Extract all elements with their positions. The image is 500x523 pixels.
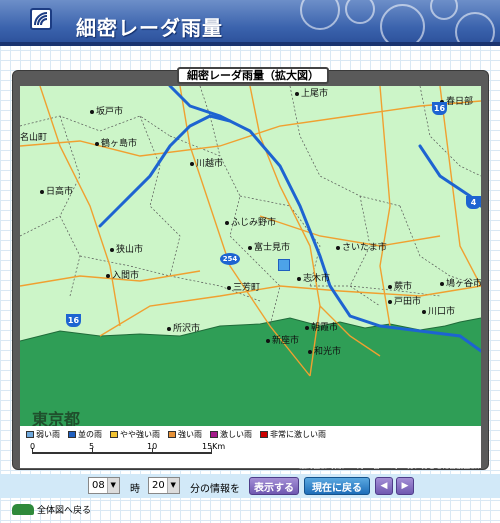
legend-item: 弱い雨 (26, 429, 60, 440)
legend-swatch (26, 431, 34, 438)
city-label: 狭山市 (110, 242, 143, 255)
city-label: さいたま市 (336, 240, 387, 253)
city-label: 所沢市 (167, 321, 200, 334)
chevron-down-icon[interactable]: ▼ (166, 478, 179, 493)
city-label: 新座市 (266, 333, 299, 346)
legend-swatch (260, 431, 268, 438)
legend-item: やや強い雨 (110, 429, 160, 440)
scale-label: 5 (89, 442, 95, 451)
city-label: 朝霞市 (305, 320, 338, 333)
header-decoration (345, 0, 375, 24)
legend-swatch (210, 431, 218, 438)
back-to-overview-link[interactable]: 全体図へ戻る (12, 503, 91, 516)
minute-unit-label: 分の情報を (190, 484, 240, 495)
rain-cell (278, 259, 290, 271)
radar-logo-icon (30, 8, 52, 30)
show-button[interactable]: 表示する (249, 477, 299, 495)
city-label: 蕨市 (388, 279, 412, 292)
city-label: 富士見市 (248, 240, 290, 253)
legend-item: 激しい雨 (210, 429, 252, 440)
city-label: 和光市 (308, 344, 341, 357)
scale-bar: 0 5 10 15Km (30, 442, 225, 464)
city-label: 鳩ヶ谷市 (440, 276, 481, 289)
next-button[interactable]: ▶ (396, 477, 414, 495)
map-panel: 細密レーダ雨量（拡大図） 坂戸市 鶴ヶ島市 名山町 日高市 川越市 上尾市 春日… (12, 67, 489, 470)
last-updated-text: 最終更新時刻：08月10日 08時25分(5分ごとに自動更新) (299, 462, 480, 470)
city-label: 日高市 (40, 184, 73, 197)
legend-item: 並の雨 (68, 429, 102, 440)
region-label: 東京都 (32, 410, 81, 426)
back-link-label: 全体図へ戻る (37, 506, 92, 516)
scale-label: 0 (30, 442, 36, 451)
city-label: 志木市 (297, 271, 330, 284)
hour-select[interactable]: 08 ▼ (88, 477, 120, 494)
header-decoration (380, 4, 425, 46)
header-decoration (455, 12, 495, 46)
route-badge: 254 (220, 253, 240, 265)
map-panel-title: 細密レーダ雨量（拡大図） (177, 67, 329, 84)
scale-label: 10 (147, 442, 158, 451)
city-label: 入間市 (106, 268, 139, 281)
back-to-now-button[interactable]: 現在に戻る (304, 477, 370, 495)
hour-unit-label: 時 (130, 484, 140, 495)
header-decoration (300, 0, 340, 30)
city-label: ふじみ野市 (225, 215, 276, 228)
city-label: 川越市 (190, 156, 223, 169)
chevron-down-icon[interactable]: ▼ (106, 478, 119, 493)
legend-swatch (68, 431, 76, 438)
map-graphics (20, 86, 481, 426)
city-label: 三芳町 (227, 280, 260, 293)
city-label: 川口市 (422, 304, 455, 317)
city-label: 鶴ヶ島市 (95, 136, 137, 149)
app-header: 細密レーダ雨量 (0, 0, 500, 46)
route-badge: 4 (466, 196, 481, 209)
city-label: 戸田市 (388, 294, 421, 307)
route-badge: 16 (66, 314, 81, 327)
header-decoration (430, 0, 458, 20)
legend-swatch (110, 431, 118, 438)
header-stripe (0, 42, 500, 46)
time-controls: 08 ▼ 時 20 ▼ 分の情報を 表示する 現在に戻る ◀ ▶ (0, 474, 500, 498)
legend-item: 強い雨 (168, 429, 202, 440)
minute-select[interactable]: 20 ▼ (148, 477, 180, 494)
route-badge: 16 (432, 102, 447, 115)
page-title: 細密レーダ雨量 (76, 16, 223, 40)
legend-item: 非常に激しい雨 (260, 429, 326, 440)
scale-label: 15Km (202, 442, 226, 451)
legend-swatch (168, 431, 176, 438)
car-icon (12, 504, 34, 515)
prev-button[interactable]: ◀ (375, 477, 393, 495)
radar-map[interactable]: 坂戸市 鶴ヶ島市 名山町 日高市 川越市 上尾市 春日部 ふじみ野市 富士見市 … (20, 86, 481, 426)
city-label: 坂戸市 (90, 104, 123, 117)
city-label: 上尾市 (295, 86, 328, 99)
rain-legend: 弱い雨 並の雨 やや強い雨 強い雨 激しい雨 非常に激しい雨 (26, 429, 326, 440)
city-label: 名山町 (20, 133, 48, 143)
